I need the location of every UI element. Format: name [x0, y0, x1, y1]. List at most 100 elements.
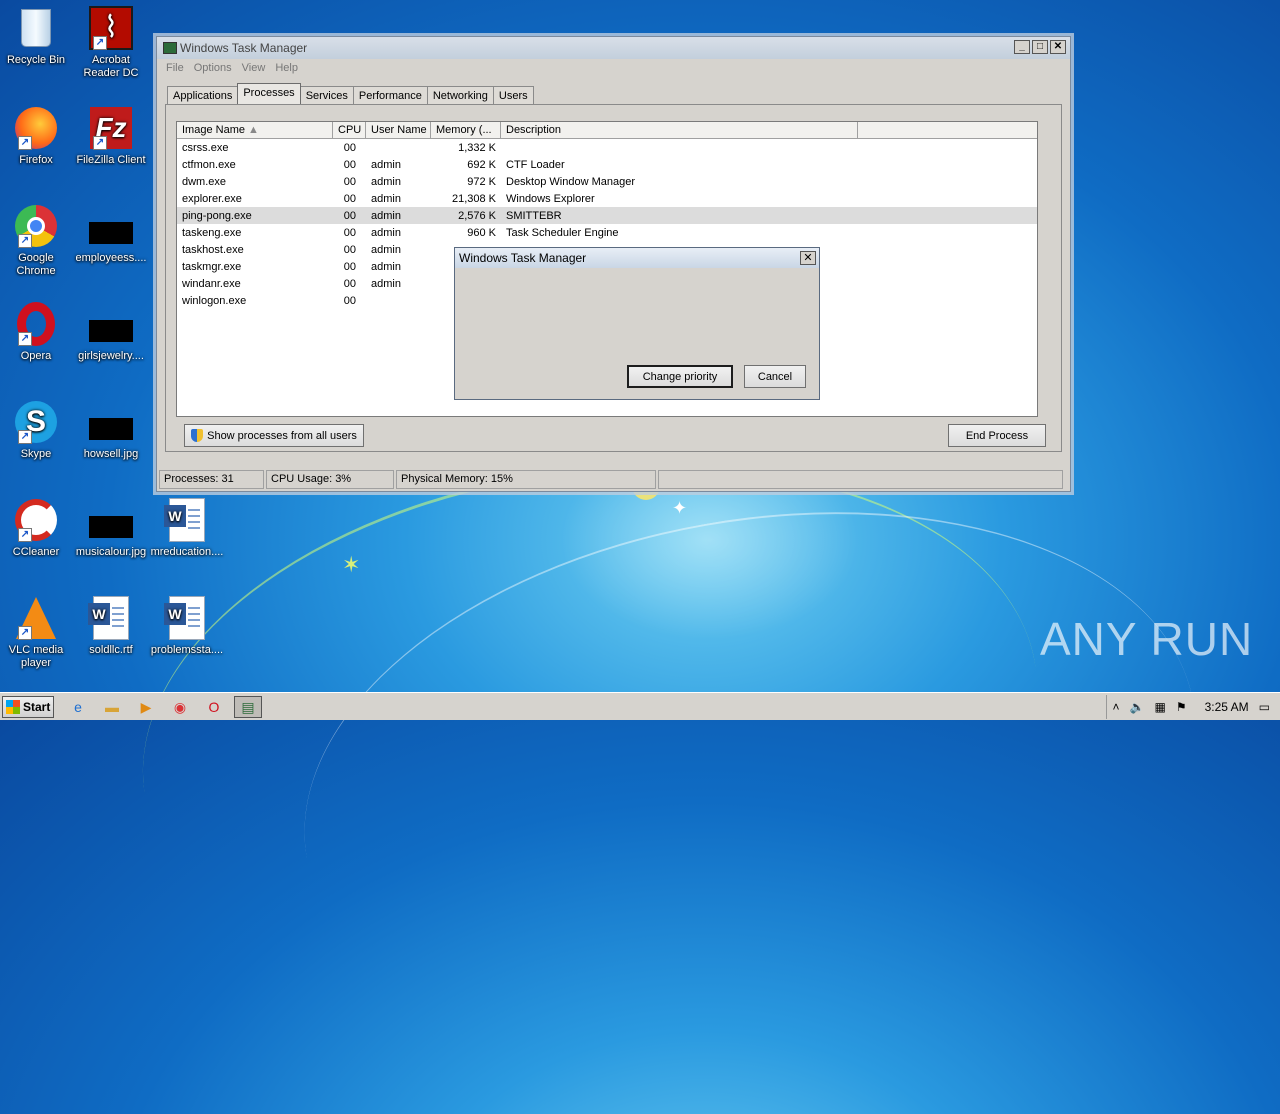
- column-header-image-name[interactable]: Image Name ▲: [177, 122, 333, 138]
- recycle-bin-icon: [21, 9, 51, 47]
- minimize-button[interactable]: _: [1014, 40, 1030, 54]
- desktop-icon-opera[interactable]: ↗ Opera: [0, 302, 74, 363]
- table-row[interactable]: dwm.exe 00 admin 972 K Desktop Window Manage…: [177, 173, 1037, 190]
- process-cpu: 00: [343, 192, 356, 205]
- table-row[interactable]: ctfmon.exe 00 admin 692 K CTF Loader: [177, 156, 1037, 173]
- desktop-icon-skype[interactable]: S ↗ Skype: [0, 400, 74, 461]
- network-icon[interactable]: ▦: [1155, 700, 1166, 714]
- opera-taskbar-icon[interactable]: O: [204, 697, 224, 717]
- menu-file[interactable]: File: [161, 59, 189, 77]
- action-center-flag-icon[interactable]: ⚑: [1176, 700, 1187, 714]
- folder-icon[interactable]: ▬: [102, 697, 122, 717]
- shortcut-arrow-icon: ↗: [18, 136, 32, 150]
- table-row[interactable]: ping-pong.exe 00 admin 2,576 K SMITTEBR: [177, 207, 1037, 224]
- desktop-icon-musicalour[interactable]: musicalour.jpg: [73, 498, 149, 559]
- tab-services[interactable]: Services: [299, 86, 354, 104]
- column-header-description[interactable]: Description: [501, 122, 858, 138]
- process-cpu: 00: [343, 294, 356, 307]
- chrome-taskbar-icon[interactable]: ◉: [170, 697, 190, 717]
- cancel-button[interactable]: Cancel: [744, 365, 806, 388]
- process-cpu: 00: [343, 175, 356, 188]
- process-description: Desktop Window Manager: [506, 175, 636, 188]
- end-process-button[interactable]: End Process: [948, 424, 1046, 447]
- task-manager-taskbar-icon[interactable]: ▤: [234, 696, 262, 718]
- desktop-icon-filezilla[interactable]: Fz ↗ FileZilla Client: [73, 106, 149, 167]
- system-tray: ˄ 🔈 ▦ ⚑ 3:25 AM ▭: [1105, 695, 1280, 719]
- process-name: dwm.exe: [182, 175, 227, 188]
- process-name: taskhost.exe: [182, 243, 244, 256]
- dialog-close-button[interactable]: ✕: [800, 251, 816, 265]
- process-memory: 2,576 K: [458, 209, 496, 222]
- column-header-user-name[interactable]: User Name: [366, 122, 431, 138]
- table-row[interactable]: csrss.exe 00 1,332 K: [177, 139, 1037, 156]
- window-titlebar[interactable]: Windows Task Manager _ □ ✕: [157, 37, 1070, 59]
- desktop-icon-label: howsell.jpg: [83, 448, 139, 460]
- show-all-processes-label: Show processes from all users: [207, 429, 357, 442]
- desktop-icon-mreducation[interactable]: mreducation....: [149, 498, 225, 559]
- change-priority-dialog: Windows Task Manager ✕ Change priority C…: [454, 247, 820, 400]
- tab-processes[interactable]: Processes: [237, 83, 301, 104]
- table-row[interactable]: taskeng.exe 00 admin 960 K Task Scheduler En…: [177, 224, 1037, 241]
- desktop-icon-employeess[interactable]: employeess....: [73, 204, 149, 265]
- desktop-icon-problemssta[interactable]: problemssta....: [149, 596, 225, 657]
- shortcut-arrow-icon: ↗: [18, 430, 32, 444]
- process-user: admin: [371, 209, 401, 222]
- change-priority-button[interactable]: Change priority: [627, 365, 733, 388]
- show-all-processes-button[interactable]: Show processes from all users: [184, 424, 364, 447]
- column-header-cpu[interactable]: CPU: [333, 122, 366, 138]
- tab-users[interactable]: Users: [492, 86, 534, 104]
- image-file-icon: [89, 222, 133, 244]
- menu-help[interactable]: Help: [270, 59, 303, 77]
- volume-icon[interactable]: 🔈: [1130, 700, 1145, 714]
- desktop-icon-label: musicalour.jpg: [75, 546, 147, 558]
- column-header-memory[interactable]: Memory (...: [431, 122, 501, 138]
- process-description: Windows Explorer: [506, 192, 595, 205]
- desktop-icon-chrome[interactable]: ↗ Google Chrome: [0, 204, 74, 278]
- tab-performance[interactable]: Performance: [352, 86, 428, 104]
- tab-networking[interactable]: Networking: [426, 86, 494, 104]
- show-desktop-icon[interactable]: ▭: [1259, 700, 1270, 714]
- desktop-icon-howsell[interactable]: howsell.jpg: [73, 400, 149, 461]
- desktop-icon-label: VLC media player: [8, 644, 64, 669]
- start-label: Start: [23, 700, 51, 714]
- desktop-icon-girlsjewelry[interactable]: girlsjewelry....: [73, 302, 149, 363]
- status-empty-pane: [658, 470, 1063, 489]
- menu-view[interactable]: View: [237, 59, 271, 77]
- uac-shield-icon: [191, 429, 204, 442]
- process-memory: 692 K: [467, 158, 496, 171]
- desktop-icon-soldllc[interactable]: soldllc.rtf: [73, 596, 149, 657]
- process-list-header: Image Name ▲ CPU User Name Memory (... D…: [177, 122, 1037, 139]
- image-file-icon: [89, 418, 133, 440]
- show-hidden-icons-chevron-icon[interactable]: ˄: [1113, 700, 1120, 714]
- desktop-icon-vlc[interactable]: ↗ VLC media player: [0, 596, 74, 670]
- desktop-icon-label: employeess....: [75, 252, 147, 264]
- internet-explorer-icon[interactable]: e: [68, 697, 88, 717]
- desktop-icon-acrobat[interactable]: ⌇ ↗ Acrobat Reader DC: [73, 6, 149, 80]
- media-player-icon[interactable]: ▶: [136, 697, 156, 717]
- tab-applications[interactable]: Applications: [167, 86, 239, 104]
- process-cpu: 00: [343, 277, 356, 290]
- close-button[interactable]: ✕: [1050, 40, 1066, 54]
- desktop-icon-recycle-bin[interactable]: Recycle Bin: [0, 6, 74, 67]
- taskbar: Start e ▬ ▶ ◉ O ▤ ˄ 🔈 ▦ ⚑ 3:25 AM ▭: [0, 692, 1280, 720]
- process-memory: 21,308 K: [451, 192, 496, 205]
- process-memory: 972 K: [467, 175, 496, 188]
- start-button[interactable]: Start: [2, 696, 54, 718]
- end-process-label: End Process: [965, 429, 1029, 442]
- process-description: Task Scheduler Engine: [506, 226, 619, 239]
- status-bar: Processes: 31 CPU Usage: 3% Physical Mem…: [159, 470, 1065, 489]
- desktop-icon-label: Skype: [20, 448, 52, 460]
- desktop-icon-ccleaner[interactable]: ↗ CCleaner: [0, 498, 74, 559]
- desktop-icon-label: problemssta....: [150, 644, 224, 656]
- table-row[interactable]: explorer.exe 00 admin 21,308 K Windows Explo…: [177, 190, 1037, 207]
- maximize-button[interactable]: □: [1032, 40, 1048, 54]
- desktop-icon-firefox[interactable]: ↗ Firefox: [0, 106, 74, 167]
- menu-options[interactable]: Options: [189, 59, 237, 77]
- desktop-icon-label: Recycle Bin: [6, 54, 66, 66]
- clock[interactable]: 3:25 AM: [1205, 700, 1249, 714]
- desktop-icon-label: girlsjewelry....: [78, 350, 144, 362]
- process-name: windanr.exe: [182, 277, 241, 290]
- shortcut-arrow-icon: ↗: [93, 136, 107, 150]
- dialog-titlebar[interactable]: Windows Task Manager: [455, 248, 819, 268]
- word-doc-icon: [164, 498, 205, 542]
